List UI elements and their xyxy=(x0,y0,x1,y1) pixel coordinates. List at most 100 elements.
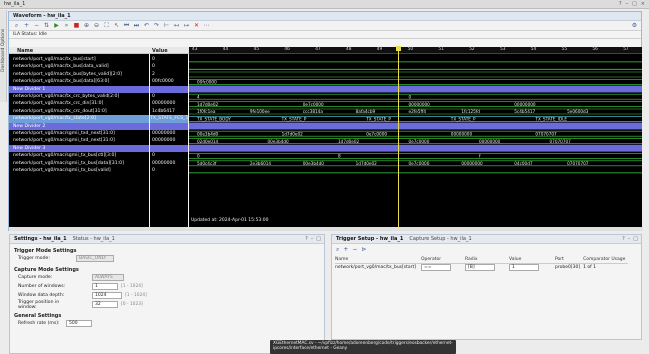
add-icon[interactable]: + xyxy=(343,246,348,254)
dashboard-options-strip[interactable]: Dashboard Options xyxy=(0,10,7,102)
signal-row[interactable]: network/port_vg0/mac/tx_bus[data_valid] xyxy=(9,63,149,70)
zoom-fit-icon[interactable]: ⛶ xyxy=(103,22,110,29)
bus-value-label: TX_STATE_P xyxy=(450,117,476,122)
waveform-pane: Waveform - hw_ila_1 ⌕ + − ⇅ ▶ » ■ ⊕ ⊖ ⛶ … xyxy=(8,11,643,231)
signal-value: 00000000 xyxy=(152,160,176,166)
tab-trigger-setup[interactable]: Trigger Setup - hw_ila_1 xyxy=(336,236,403,242)
zoom-out-icon[interactable]: ⊖ xyxy=(93,22,100,29)
help-icon[interactable]: ? xyxy=(305,236,308,242)
signal-row[interactable]: network/port_vg0/mac/tx_bus[bytes_valid]… xyxy=(9,71,149,78)
add-icon[interactable]: + xyxy=(23,22,30,29)
trigger-setup-pane: Trigger Setup - hw_ila_1 Capture Setup -… xyxy=(331,234,642,340)
condition-icon[interactable]: ⊳ xyxy=(361,246,366,254)
signal-divider[interactable]: New Divider 3 xyxy=(9,144,149,153)
window-depth-select[interactable]: 1024 xyxy=(92,292,122,299)
app-window: hw_ila_1 ? – □ × Dashboard Options Wavef… xyxy=(0,0,649,354)
bus-value-label: 00e3b4d0 xyxy=(303,161,325,166)
remove-icon[interactable]: − xyxy=(33,22,40,29)
signal-value xyxy=(150,85,188,93)
maximize-icon[interactable]: □ xyxy=(632,1,637,7)
help-icon[interactable]: ? xyxy=(619,1,622,7)
signal-row[interactable]: network/port_vg0/mac/sgmii_tx_bus[valid] xyxy=(9,167,149,174)
refresh-rate-input[interactable]: 500 xyxy=(66,320,92,327)
go-first-icon[interactable]: ⏮ xyxy=(123,22,130,29)
num-windows-input[interactable]: 1 xyxy=(92,283,118,290)
tab-capture-setup[interactable]: Capture Setup - hw_ila_1 xyxy=(409,236,471,242)
waveform-canvas[interactable]: 43 44 45 46 47 48 49 50 51 52 53 54 55 56 57 00fc0000 4… xyxy=(189,46,642,227)
stop-icon[interactable]: ■ xyxy=(73,22,80,29)
tab-status[interactable]: Status - hw_ila_1 xyxy=(73,236,115,242)
window-depth-label: Window data depth: xyxy=(18,293,65,298)
bus-value-label: 1d7d0e02 xyxy=(197,102,219,107)
trigger-cursor[interactable] xyxy=(398,47,399,227)
window-depth-hint: [1 - 1024] xyxy=(125,293,147,298)
marker-prev-icon[interactable]: ↤ xyxy=(173,22,180,29)
zoom-in-icon[interactable]: ⊕ xyxy=(83,22,90,29)
operator-select[interactable]: == xyxy=(421,263,451,271)
close-icon[interactable]: × xyxy=(641,1,645,7)
bus-value-label: 8 xyxy=(338,154,341,159)
restore-icon[interactable]: □ xyxy=(633,236,638,242)
minimize-icon[interactable]: – xyxy=(626,1,629,7)
restore-icon[interactable]: □ xyxy=(316,236,321,242)
tab-settings[interactable]: Settings - hw_ila_1 xyxy=(14,236,67,242)
collapse-icon[interactable]: ⇅ xyxy=(43,22,50,29)
delete-marker-icon[interactable]: ✕ xyxy=(193,22,200,29)
value-select[interactable]: 1 xyxy=(509,263,539,271)
cursor-icon[interactable]: ↖ xyxy=(113,22,120,29)
signal-row[interactable]: network/port_vg0/mac/tx_state[2:0] xyxy=(9,115,149,123)
radix-select[interactable]: [B] xyxy=(465,263,495,271)
signal-row[interactable]: network/port_vg0/mac/tx_crc_bytes_valid[… xyxy=(9,93,149,100)
search-icon[interactable]: ⌕ xyxy=(336,246,339,254)
trigger-table: Name Operator Radix Value Port Comparato… xyxy=(335,256,629,271)
signal-row[interactable]: network/port_vg0/mac/tx_crc_dout[31:0] xyxy=(9,108,149,115)
bus-value-label: f xyxy=(479,154,481,159)
waveform-traces: 00fc00004 01d7d0e02 0e7c0000 00000000 000000… xyxy=(189,61,642,174)
signal-divider[interactable]: New Divider 2 xyxy=(9,122,149,130)
signal-row[interactable]: network/port_vg0/mac/sgmii_tx_bus[data][… xyxy=(9,160,149,167)
search-icon[interactable]: ⌕ xyxy=(13,22,20,29)
trigger-mode-select[interactable]: BASIC_ONLY xyxy=(76,255,114,262)
trigger-tabs: Trigger Setup - hw_ila_1 Capture Setup -… xyxy=(332,235,641,244)
go-last-icon[interactable]: ⏭ xyxy=(133,22,140,29)
waveform-title: Waveform - hw_ila_1 xyxy=(13,13,71,19)
signal-value: 0 xyxy=(152,94,155,99)
marker-next-icon[interactable]: ↦ xyxy=(183,22,190,29)
signal-row[interactable]: network/port_vg0/mac/sgmii_tx_bus[ctl][3… xyxy=(9,152,149,159)
next-edge-icon[interactable]: ↷ xyxy=(153,22,160,29)
waveform-scrollbar[interactable] xyxy=(9,227,643,231)
signal-row[interactable]: network/port_vg0/mac/sgmii_txd_next[31:0… xyxy=(9,137,149,144)
capture-mode-label: Capture mode: xyxy=(18,275,53,280)
minimize-icon[interactable]: – xyxy=(311,236,314,242)
signal-row[interactable]: network/port_vg0/mac/tx_bus[data][63:0] xyxy=(9,78,149,85)
bus-value-label: TX_STATE_BODY xyxy=(196,117,231,122)
signal-row[interactable]: network/port_vg0/mac/tx_bus[start] xyxy=(9,56,149,63)
signal-name-list[interactable]: network/port_vg0/mac/tx_bus[start] networ… xyxy=(9,54,149,227)
trigger-position-input[interactable]: 32 xyxy=(92,301,118,308)
table-row[interactable]: network/port_vg0/mac/tx_bus[start] == [B… xyxy=(335,263,628,271)
more-icon[interactable]: ⋯ xyxy=(203,22,210,29)
marker-add-icon[interactable]: ⊢ xyxy=(163,22,170,29)
trigger-marker-icon[interactable] xyxy=(396,46,401,51)
title-bar: hw_ila_1 ? – □ × xyxy=(0,0,649,9)
minimize-icon[interactable]: – xyxy=(628,236,631,242)
bus-value-label: 4 xyxy=(197,94,200,99)
signal-row[interactable]: network/port_vg0/mac/tx_crc_din[31:0] xyxy=(9,100,149,107)
signal-divider[interactable]: New Divider 1 xyxy=(9,85,149,93)
remove-icon[interactable]: − xyxy=(352,246,357,254)
col-port: Port xyxy=(555,256,584,264)
divider-band xyxy=(189,85,642,93)
settings-gear-icon[interactable]: ⚙ xyxy=(631,22,638,29)
bus-value-label: 0 xyxy=(409,94,412,99)
run-immediate-icon[interactable]: » xyxy=(63,22,70,29)
signal-row[interactable]: network/port_vg0/mac/sgmii_txd_next[31:0… xyxy=(9,130,149,137)
help-icon[interactable]: ? xyxy=(622,236,625,242)
signal-value: 0 xyxy=(152,57,155,62)
run-trigger-icon[interactable]: ▶ xyxy=(53,22,60,29)
bus-value-label: TX_STATE_IDLE xyxy=(534,117,567,122)
prev-edge-icon[interactable]: ↶ xyxy=(143,22,150,29)
capture-mode-select[interactable]: ALWAYS xyxy=(92,274,124,281)
bus-value-label: 2e3b6014 xyxy=(250,161,272,166)
bus-value-label: 0e7c0000 xyxy=(303,102,324,107)
col-radix: Radix xyxy=(465,256,509,264)
